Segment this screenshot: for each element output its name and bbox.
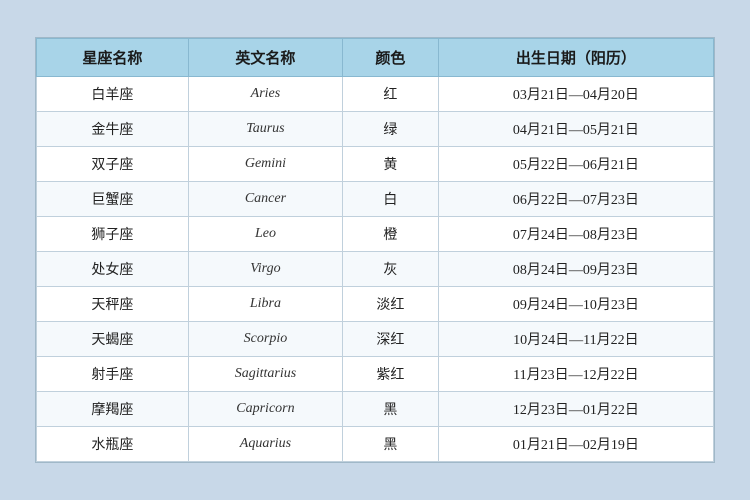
cell-english-name: Gemini [188, 147, 342, 182]
cell-dates: 04月21日—05月21日 [438, 112, 713, 147]
cell-english-name: Virgo [188, 252, 342, 287]
cell-english-name: Aquarius [188, 427, 342, 462]
cell-english-name: Libra [188, 287, 342, 322]
cell-dates: 12月23日—01月22日 [438, 392, 713, 427]
cell-color: 深红 [343, 322, 439, 357]
table-row: 摩羯座Capricorn黑12月23日—01月22日 [37, 392, 714, 427]
cell-color: 紫红 [343, 357, 439, 392]
cell-dates: 10月24日—11月22日 [438, 322, 713, 357]
cell-chinese-name: 摩羯座 [37, 392, 189, 427]
cell-chinese-name: 狮子座 [37, 217, 189, 252]
table-body: 白羊座Aries红03月21日—04月20日金牛座Taurus绿04月21日—0… [37, 77, 714, 462]
cell-english-name: Leo [188, 217, 342, 252]
cell-dates: 03月21日—04月20日 [438, 77, 713, 112]
cell-color: 绿 [343, 112, 439, 147]
cell-chinese-name: 天秤座 [37, 287, 189, 322]
header-color: 颜色 [343, 39, 439, 77]
zodiac-table: 星座名称 英文名称 颜色 出生日期（阳历） 白羊座Aries红03月21日—04… [36, 38, 714, 462]
cell-dates: 08月24日—09月23日 [438, 252, 713, 287]
cell-color: 黄 [343, 147, 439, 182]
cell-color: 橙 [343, 217, 439, 252]
zodiac-table-container: 星座名称 英文名称 颜色 出生日期（阳历） 白羊座Aries红03月21日—04… [35, 37, 715, 463]
cell-dates: 06月22日—07月23日 [438, 182, 713, 217]
cell-chinese-name: 射手座 [37, 357, 189, 392]
cell-chinese-name: 双子座 [37, 147, 189, 182]
cell-chinese-name: 天蝎座 [37, 322, 189, 357]
table-row: 天秤座Libra淡红09月24日—10月23日 [37, 287, 714, 322]
cell-chinese-name: 白羊座 [37, 77, 189, 112]
table-row: 巨蟹座Cancer白06月22日—07月23日 [37, 182, 714, 217]
cell-color: 红 [343, 77, 439, 112]
table-header-row: 星座名称 英文名称 颜色 出生日期（阳历） [37, 39, 714, 77]
cell-english-name: Sagittarius [188, 357, 342, 392]
table-row: 白羊座Aries红03月21日—04月20日 [37, 77, 714, 112]
table-row: 水瓶座Aquarius黑01月21日—02月19日 [37, 427, 714, 462]
cell-color: 黑 [343, 427, 439, 462]
cell-english-name: Aries [188, 77, 342, 112]
cell-chinese-name: 巨蟹座 [37, 182, 189, 217]
header-dates: 出生日期（阳历） [438, 39, 713, 77]
cell-dates: 01月21日—02月19日 [438, 427, 713, 462]
cell-color: 黑 [343, 392, 439, 427]
cell-dates: 11月23日—12月22日 [438, 357, 713, 392]
table-row: 狮子座Leo橙07月24日—08月23日 [37, 217, 714, 252]
table-row: 天蝎座Scorpio深红10月24日—11月22日 [37, 322, 714, 357]
cell-english-name: Taurus [188, 112, 342, 147]
cell-chinese-name: 水瓶座 [37, 427, 189, 462]
cell-dates: 07月24日—08月23日 [438, 217, 713, 252]
cell-dates: 09月24日—10月23日 [438, 287, 713, 322]
header-english-name: 英文名称 [188, 39, 342, 77]
table-row: 处女座Virgo灰08月24日—09月23日 [37, 252, 714, 287]
header-chinese-name: 星座名称 [37, 39, 189, 77]
cell-color: 灰 [343, 252, 439, 287]
cell-chinese-name: 金牛座 [37, 112, 189, 147]
table-row: 双子座Gemini黄05月22日—06月21日 [37, 147, 714, 182]
cell-color: 白 [343, 182, 439, 217]
cell-english-name: Scorpio [188, 322, 342, 357]
cell-english-name: Capricorn [188, 392, 342, 427]
cell-dates: 05月22日—06月21日 [438, 147, 713, 182]
cell-english-name: Cancer [188, 182, 342, 217]
cell-color: 淡红 [343, 287, 439, 322]
cell-chinese-name: 处女座 [37, 252, 189, 287]
table-row: 射手座Sagittarius紫红11月23日—12月22日 [37, 357, 714, 392]
table-row: 金牛座Taurus绿04月21日—05月21日 [37, 112, 714, 147]
